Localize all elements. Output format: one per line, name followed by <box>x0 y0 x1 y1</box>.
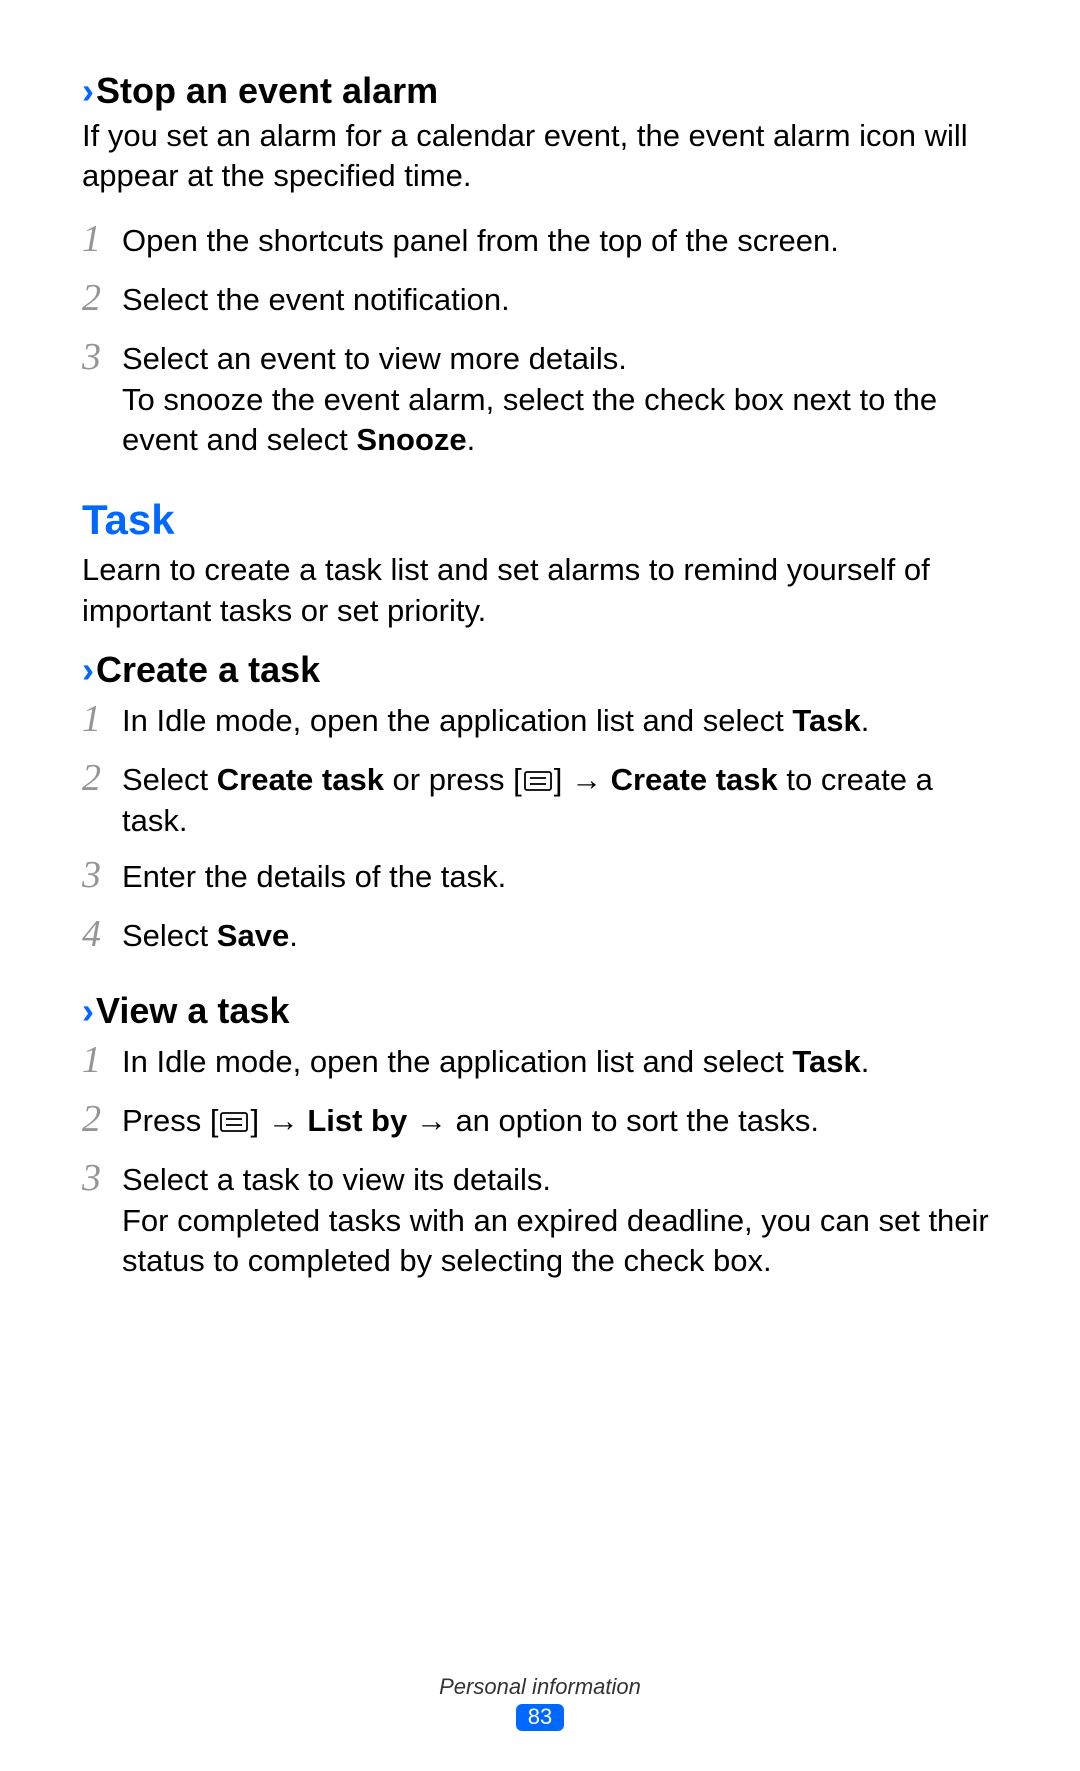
step-number: 2 <box>82 1095 122 1144</box>
text-part: In Idle mode, open the application list … <box>122 1044 792 1079</box>
step-item: 3 Enter the details of the task. <box>82 851 998 900</box>
subsection-heading-stop-alarm: ›Stop an event alarm <box>82 70 998 112</box>
menu-key-icon <box>220 1112 248 1132</box>
step-text: Select Create task or press [ ] → Create … <box>122 760 998 841</box>
step-item: 2 Select Create task or press [ ] → Creat… <box>82 754 998 841</box>
step-number: 1 <box>82 215 122 264</box>
text-part: . <box>861 703 870 738</box>
step-number: 3 <box>82 1154 122 1203</box>
text-part: Press [ <box>122 1103 218 1138</box>
step-number: 3 <box>82 851 122 900</box>
step-text: Select an event to view more details. To… <box>122 339 998 460</box>
step-number: 3 <box>82 333 122 382</box>
text-part: Select <box>122 918 217 953</box>
chevron-icon: › <box>82 70 94 111</box>
text-part: . <box>861 1044 870 1079</box>
text-part: Select <box>122 762 217 797</box>
step-text: Press [ ] → List by → an option to sort t… <box>122 1101 998 1141</box>
text-part: ] → <box>250 1103 307 1138</box>
step-text: Select the event notification. <box>122 280 998 320</box>
steps-create-task: 1 In Idle mode, open the application lis… <box>82 695 998 960</box>
step-text: Open the shortcuts panel from the top of… <box>122 221 998 261</box>
step-item: 3 Select an event to view more details. … <box>82 333 998 460</box>
step-number: 2 <box>82 754 122 803</box>
step-text: In Idle mode, open the application list … <box>122 701 998 741</box>
section-heading-task: Task <box>82 496 998 544</box>
step-number: 2 <box>82 274 122 323</box>
text-part: ] → <box>554 762 611 797</box>
step-text: Enter the details of the task. <box>122 857 998 897</box>
text-bold: Create task <box>611 762 778 797</box>
text-part: In Idle mode, open the application list … <box>122 703 792 738</box>
step-number: 4 <box>82 910 122 959</box>
step-number: 1 <box>82 695 122 744</box>
step-text: In Idle mode, open the application list … <box>122 1042 998 1082</box>
step-line: For completed tasks with an expired dead… <box>122 1203 989 1278</box>
steps-stop-alarm: 1 Open the shortcuts panel from the top … <box>82 215 998 461</box>
step-item: 1 In Idle mode, open the application lis… <box>82 1036 998 1085</box>
subsection-heading-view-task: ›View a task <box>82 990 998 1032</box>
text-bold: Save <box>217 918 289 953</box>
step-item: 2 Press [ ] → List by → an option to sort… <box>82 1095 998 1144</box>
chevron-icon: › <box>82 649 94 690</box>
step-line: Select an event to view more details. <box>122 341 627 376</box>
footer-section-label: Personal information <box>0 1674 1080 1700</box>
step-line-pre: To snooze the event alarm, select the ch… <box>122 382 937 457</box>
text-bold: Create task <box>217 762 384 797</box>
step-item: 1 Open the shortcuts panel from the top … <box>82 215 998 264</box>
menu-key-icon <box>524 771 552 791</box>
page-footer: Personal information 83 <box>0 1674 1080 1731</box>
step-number: 1 <box>82 1036 122 1085</box>
heading-text: Stop an event alarm <box>96 70 438 111</box>
text-part: or press [ <box>384 762 522 797</box>
step-text: Select Save. <box>122 916 998 956</box>
step-item: 4 Select Save. <box>82 910 998 959</box>
step-item: 3 Select a task to view its details. For… <box>82 1154 998 1281</box>
text-bold: Task <box>792 703 860 738</box>
text-bold: List by <box>307 1103 407 1138</box>
text-bold: Task <box>792 1044 860 1079</box>
step-text: Select a task to view its details. For c… <box>122 1160 998 1281</box>
text-part: . <box>289 918 298 953</box>
intro-paragraph: Learn to create a task list and set alar… <box>82 550 998 631</box>
heading-text: Create a task <box>96 649 320 690</box>
step-line-post: . <box>467 422 476 457</box>
step-line-bold: Snooze <box>356 422 466 457</box>
step-item: 1 In Idle mode, open the application lis… <box>82 695 998 744</box>
heading-text: View a task <box>96 990 289 1031</box>
step-item: 2 Select the event notification. <box>82 274 998 323</box>
chevron-icon: › <box>82 990 94 1031</box>
text-part: → an option to sort the tasks. <box>407 1103 819 1138</box>
subsection-heading-create-task: ›Create a task <box>82 649 998 691</box>
steps-view-task: 1 In Idle mode, open the application lis… <box>82 1036 998 1282</box>
step-line: Select a task to view its details. <box>122 1162 551 1197</box>
intro-paragraph: If you set an alarm for a calendar event… <box>82 116 998 197</box>
page-number-badge: 83 <box>516 1704 564 1731</box>
